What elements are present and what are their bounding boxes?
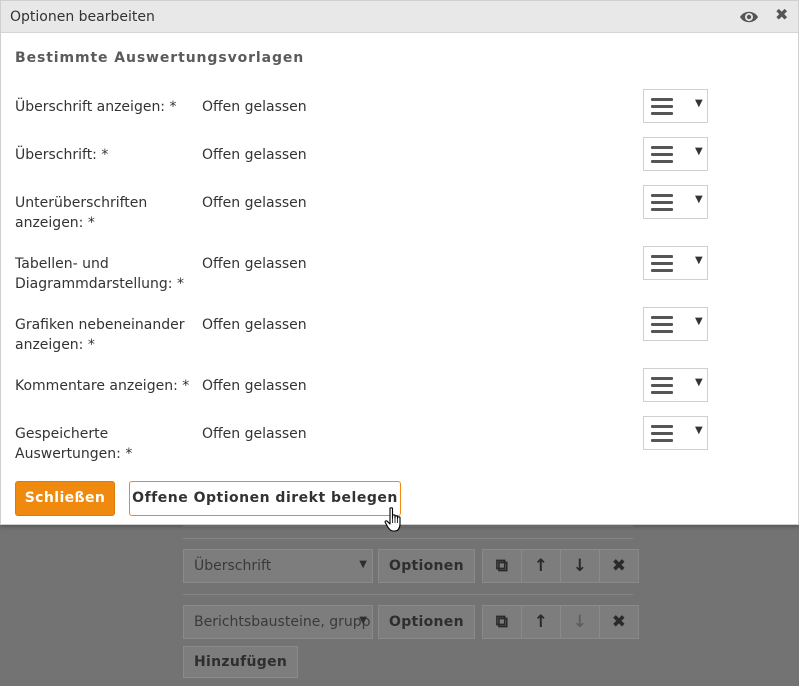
component-select-value: Überschrift: [194, 558, 272, 574]
fill-open-options-button[interactable]: Offene Optionen direkt belegen: [129, 481, 401, 516]
close-button[interactable]: Schließen: [15, 481, 115, 516]
option-menu-button[interactable]: ▼: [643, 307, 708, 341]
option-label: Überschrift anzeigen: *: [15, 99, 177, 115]
close-icon[interactable]: ✖: [775, 5, 788, 24]
component-select-value: Berichtsbausteine, grupp: [194, 614, 371, 630]
option-label: Überschrift: *: [15, 147, 109, 163]
menu-icon: [651, 255, 673, 272]
options-button[interactable]: Optionen: [378, 549, 475, 583]
hand-pointer-icon: [384, 507, 401, 532]
option-value: Offen gelassen: [202, 317, 307, 333]
option-label: Tabellen- und Diagrammdarstellung: *: [15, 256, 184, 292]
chevron-down-icon: ▼: [695, 316, 703, 327]
option-label: Unterüberschriften anzeigen: *: [15, 195, 148, 231]
option-label: Gespeicherte Auswertungen: *: [15, 426, 133, 462]
option-menu-button[interactable]: ▼: [643, 246, 708, 280]
add-button[interactable]: Hinzufügen: [183, 646, 299, 678]
delete-icon[interactable]: ✖: [598, 605, 639, 639]
option-value: Offen gelassen: [202, 378, 307, 394]
arrow-down-icon[interactable]: ↓: [559, 549, 600, 583]
component-row: Berichtsbausteine, grupp ▼ Optionen ⧉ ↑ …: [183, 605, 639, 639]
eye-icon[interactable]: [739, 8, 759, 26]
option-menu-button[interactable]: ▼: [643, 368, 708, 402]
chevron-down-icon: ▼: [695, 377, 703, 388]
component-row: Überschrift ▼ Optionen ⧉ ↑ ↓ ✖: [183, 549, 639, 583]
row-divider: [183, 594, 633, 595]
chevron-down-icon: ▼: [359, 615, 367, 626]
option-label: Kommentare anzeigen: *: [15, 378, 190, 394]
section-title: Bestimmte Auswertungsvorlagen: [15, 50, 305, 66]
copy-icon[interactable]: ⧉: [481, 605, 522, 639]
option-value: Offen gelassen: [202, 99, 307, 115]
option-menu-button[interactable]: ▼: [643, 137, 708, 171]
menu-icon: [651, 316, 673, 333]
option-value: Offen gelassen: [202, 195, 307, 211]
arrow-up-icon[interactable]: ↑: [520, 549, 561, 583]
options-dialog: Optionen bearbeiten ✖ Bestimmte Auswertu…: [0, 0, 799, 525]
option-value: Offen gelassen: [202, 147, 307, 163]
chevron-down-icon: ▼: [695, 255, 703, 266]
arrow-up-icon[interactable]: ↑: [520, 605, 561, 639]
chevron-down-icon: ▼: [695, 194, 703, 205]
option-value: Offen gelassen: [202, 426, 307, 442]
option-label: Grafiken nebeneinander anzeigen: *: [15, 317, 185, 353]
option-menu-button[interactable]: ▼: [643, 416, 708, 450]
option-menu-button[interactable]: ▼: [643, 89, 708, 123]
delete-icon[interactable]: ✖: [598, 549, 639, 583]
dialog-titlebar: Optionen bearbeiten ✖: [1, 1, 798, 33]
menu-icon: [651, 98, 673, 115]
copy-icon[interactable]: ⧉: [481, 549, 522, 583]
arrow-down-icon: ↓: [559, 605, 600, 639]
menu-icon: [651, 194, 673, 211]
option-value: Offen gelassen: [202, 256, 307, 272]
chevron-down-icon: ▼: [695, 425, 703, 436]
menu-icon: [651, 425, 673, 442]
menu-icon: [651, 377, 673, 394]
add-row: Hinzufügen: [183, 646, 299, 680]
options-button[interactable]: Optionen: [378, 605, 475, 639]
chevron-down-icon: ▼: [359, 559, 367, 570]
option-menu-button[interactable]: ▼: [643, 185, 708, 219]
row-divider: [183, 538, 633, 539]
component-select[interactable]: Überschrift ▼: [183, 549, 373, 583]
chevron-down-icon: ▼: [695, 146, 703, 157]
dialog-title: Optionen bearbeiten: [10, 9, 155, 25]
menu-icon: [651, 146, 673, 163]
component-select[interactable]: Berichtsbausteine, grupp ▼: [183, 605, 373, 639]
chevron-down-icon: ▼: [695, 98, 703, 109]
